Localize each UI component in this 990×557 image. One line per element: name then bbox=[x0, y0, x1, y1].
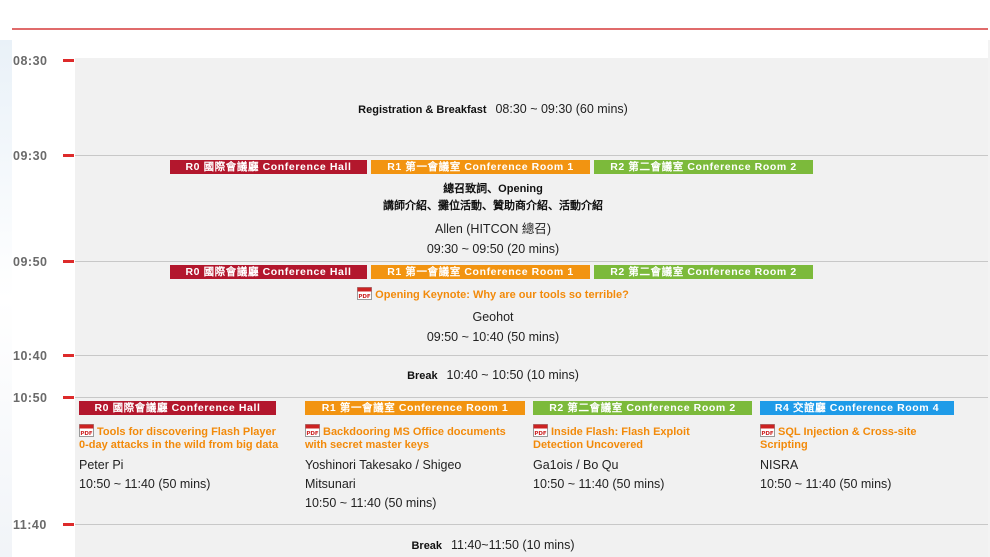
talk-title-line1: SQL Injection & Cross-site bbox=[778, 426, 917, 438]
talk-title-link[interactable]: PDF Inside Flash: Flash Exploit Detectio… bbox=[533, 424, 765, 452]
slot-divider bbox=[75, 524, 988, 525]
room-badge-r2[interactable]: R2 第二會議室 Conference Room 2 bbox=[533, 401, 752, 415]
session-title: Registration & Breakfast bbox=[358, 104, 487, 116]
room-badge-r2[interactable]: R2 第二會議室 Conference Room 2 bbox=[594, 265, 813, 279]
time-tick bbox=[63, 154, 74, 157]
time-tick bbox=[63, 396, 74, 399]
talk-title-line2: Detection Uncovered bbox=[533, 439, 644, 451]
time-tick bbox=[63, 523, 74, 526]
time-label-1140: 11:40 bbox=[13, 518, 47, 532]
talk-title: Opening Keynote: Why are our tools so te… bbox=[375, 289, 629, 301]
break-title: Break bbox=[411, 540, 443, 552]
svg-text:PDF: PDF bbox=[761, 431, 774, 437]
svg-text:PDF: PDF bbox=[358, 294, 371, 300]
talk-title-line1: Backdooring MS Office documents bbox=[323, 426, 506, 438]
session-registration[interactable]: Registration & Breakfast 08:30 ~ 09:30 (… bbox=[75, 100, 911, 118]
talk-title-link[interactable]: PDF Backdooring MS Office documents with… bbox=[305, 424, 537, 452]
talk-title-link[interactable]: PDF SQL Injection & Cross-site Scripting bbox=[760, 424, 990, 452]
talk-title-line1: Inside Flash: Flash Exploit bbox=[551, 426, 690, 438]
pdf-icon[interactable]: PDF bbox=[305, 424, 320, 437]
time-label-0830: 08:30 bbox=[13, 54, 48, 68]
pdf-icon[interactable]: PDF bbox=[79, 424, 94, 437]
session-title-line2: 講師介紹、攤位活動、贊助商介紹、活動介紹 bbox=[383, 200, 603, 212]
session-time: 08:30 ~ 09:30 (60 mins) bbox=[495, 102, 628, 116]
talk-time: 10:50 ~ 11:40 (50 mins) bbox=[760, 477, 892, 491]
pdf-icon[interactable]: PDF bbox=[357, 287, 373, 300]
time-label-1050: 10:50 bbox=[13, 391, 48, 405]
talk-time: 10:50 ~ 11:40 (50 mins) bbox=[305, 496, 437, 510]
talk-speaker-cont: Mitsunari bbox=[305, 477, 356, 491]
break-time: 10:40 ~ 10:50 (10 mins) bbox=[446, 368, 579, 382]
talk-time: 10:50 ~ 11:40 (50 mins) bbox=[533, 477, 665, 491]
slot-divider bbox=[75, 355, 988, 356]
talk-title-line2: with secret master keys bbox=[305, 439, 430, 451]
talk-title-line1: Tools for discovering Flash Player bbox=[97, 426, 276, 438]
pdf-icon[interactable]: PDF bbox=[533, 424, 548, 437]
talk-title-line2: 0-day attacks in the wild from big data bbox=[79, 439, 279, 451]
header-divider bbox=[12, 28, 988, 30]
svg-text:PDF: PDF bbox=[80, 431, 93, 437]
talk-speaker: Yoshinori Takesako / Shigeo bbox=[305, 458, 462, 472]
session-speaker: Geohot bbox=[472, 310, 514, 324]
session-break[interactable]: Break 11:40~11:50 (10 mins) bbox=[75, 536, 911, 554]
room-badge-r2[interactable]: R2 第二會議室 Conference Room 2 bbox=[594, 160, 813, 174]
svg-text:PDF: PDF bbox=[306, 431, 319, 437]
talk-time: 10:50 ~ 11:40 (50 mins) bbox=[79, 477, 211, 491]
room-badge-r4[interactable]: R4 交誼廳 Conference Room 4 bbox=[760, 401, 954, 415]
time-label-1040: 10:40 bbox=[13, 349, 48, 363]
talk-title-link[interactable]: PDF Tools for discovering Flash Player 0… bbox=[79, 424, 311, 452]
slot-divider bbox=[75, 155, 988, 156]
time-tick bbox=[63, 59, 74, 62]
svg-text:PDF: PDF bbox=[534, 431, 547, 437]
session-title-line1: 總召致詞、Opening bbox=[443, 183, 543, 195]
talk-title-line2: Scripting bbox=[760, 439, 808, 451]
slot-divider bbox=[75, 261, 988, 262]
session-time: 09:30 ~ 09:50 (20 mins) bbox=[426, 242, 560, 256]
pdf-icon[interactable]: PDF bbox=[760, 424, 775, 437]
break-time: 11:40~11:50 (10 mins) bbox=[450, 538, 575, 552]
room-badge-r0[interactable]: R0 國際會議廳 Conference Hall bbox=[170, 160, 367, 174]
session-keynote[interactable]: PDF Opening Keynote: Why are our tools s… bbox=[75, 287, 911, 344]
room-badge-r1[interactable]: R1 第一會議室 Conference Room 1 bbox=[371, 265, 590, 279]
session-speaker: Allen (HITCON 總召) bbox=[435, 222, 551, 236]
time-label-0930: 09:30 bbox=[13, 149, 48, 163]
session-opening[interactable]: 總召致詞、Opening 講師介紹、攤位活動、贊助商介紹、活動介紹 Allen … bbox=[75, 180, 911, 256]
slot-divider bbox=[75, 397, 988, 398]
background-decoration bbox=[0, 40, 12, 557]
session-time: 09:50 ~ 10:40 (50 mins) bbox=[426, 330, 560, 344]
time-tick bbox=[63, 354, 74, 357]
break-title: Break bbox=[407, 370, 438, 382]
room-badge-r1[interactable]: R1 第一會議室 Conference Room 1 bbox=[305, 401, 525, 415]
talk-speaker: Peter Pi bbox=[79, 458, 124, 472]
talk-speaker: Ga1ois / Bo Qu bbox=[533, 458, 619, 472]
keynote-title-link[interactable]: PDF Opening Keynote: Why are our tools s… bbox=[75, 287, 911, 302]
room-badge-r0[interactable]: R0 國際會議廳 Conference Hall bbox=[170, 265, 367, 279]
session-break[interactable]: Break 10:40 ~ 10:50 (10 mins) bbox=[75, 366, 911, 384]
time-label-0950: 09:50 bbox=[13, 255, 48, 269]
room-badge-r1[interactable]: R1 第一會議室 Conference Room 1 bbox=[371, 160, 590, 174]
time-tick bbox=[63, 260, 74, 263]
room-badge-r0[interactable]: R0 國際會議廳 Conference Hall bbox=[79, 401, 276, 415]
talk-speaker: NISRA bbox=[760, 458, 799, 472]
